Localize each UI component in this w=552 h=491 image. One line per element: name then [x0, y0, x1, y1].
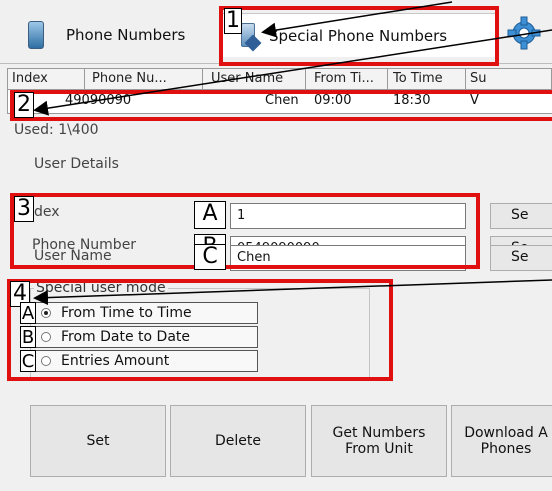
- arrow-1: [261, 1, 453, 38]
- annotation-arrows: [33, 1, 552, 306]
- arrow-2: [33, 29, 552, 116]
- arrow-4: [33, 279, 552, 306]
